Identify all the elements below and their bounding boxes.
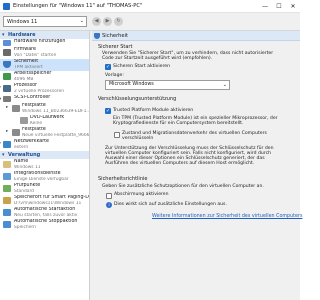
tree-item-sublabel: Windows 11 bbox=[14, 164, 41, 170]
tree-item-sublabel: Neu starten, falls zuvor aktiv bbox=[14, 212, 78, 218]
hard-disk-icon bbox=[12, 105, 20, 112]
tree-item-scsi-controller[interactable]: ▾ SCSI-Controller bbox=[0, 95, 89, 103]
tree-item-memory[interactable]: Arbeitsspeicher 4096 MB bbox=[0, 71, 89, 83]
folder-icon bbox=[3, 197, 11, 204]
encryption-title: Verschlüsselungsunterstützung bbox=[98, 96, 177, 102]
template-value: Microsoft Windows bbox=[109, 82, 154, 87]
shield-icon bbox=[3, 61, 11, 68]
close-button[interactable]: ✕ bbox=[286, 0, 300, 13]
tree-item-sublabel: Einige Dienste verfügbar bbox=[14, 176, 69, 182]
tree-item-smart-paging[interactable]: Speicherort für Smart Paging-D... D:\vm\… bbox=[0, 195, 89, 207]
security-policy-description: Geben Sie zusätzliche Schutzoptionen für… bbox=[102, 184, 264, 189]
shielding-checkbox[interactable] bbox=[106, 193, 112, 199]
settings-tree: ▾ Hardware Hardware hinzufügen Firmware V… bbox=[0, 31, 90, 300]
dvd-drive-icon bbox=[20, 117, 28, 124]
template-dropdown[interactable]: Microsoft Windows ⌄ bbox=[105, 80, 230, 90]
add-hardware-icon bbox=[3, 40, 11, 46]
security-info-link[interactable]: Weitere Informationen zur Sicherheit des… bbox=[152, 214, 302, 219]
tree-item-sublabel: 4096 MB bbox=[14, 76, 34, 82]
tree-item-dvd-drive[interactable]: DVD-Laufwerk Keine bbox=[0, 115, 89, 127]
checkpoint-icon bbox=[3, 185, 11, 192]
tree-item-sublabel: TPM aktiviert bbox=[14, 64, 43, 70]
tree-item-auto-start[interactable]: Automatische Startaktion Neu starten, fa… bbox=[0, 207, 89, 219]
collapse-icon[interactable]: ▾ bbox=[0, 97, 1, 102]
controller-icon bbox=[3, 96, 11, 102]
tree-item-label: Hardware hinzufügen bbox=[14, 39, 66, 44]
expand-icon[interactable]: ▸ bbox=[0, 85, 1, 90]
auto-stop-icon bbox=[3, 221, 11, 228]
tree-item-sublabel: 2 virtuelle Prozessoren bbox=[14, 88, 64, 94]
processor-icon bbox=[3, 85, 11, 92]
management-header-label: Verwaltung bbox=[8, 152, 41, 158]
tree-item-hard-disk-1[interactable]: ▸ Festplatte Windows 11_B0236639-EDF1... bbox=[0, 103, 89, 115]
vm-toolbar: Windows 11 ⌄ ◀ ▶ ↻ bbox=[0, 13, 300, 31]
tpm-description-2: Kryptografiedienste für ein Computersyst… bbox=[113, 121, 244, 126]
tree-item-integration-services[interactable]: Integrationsdienste Einige Dienste verfü… bbox=[0, 171, 89, 183]
hyperv-app-icon bbox=[3, 3, 10, 10]
tree-item-sublabel: extern bbox=[14, 144, 29, 150]
settings-window: Einstellungen für "Windows 11" auf "THOM… bbox=[0, 0, 302, 300]
tree-item-add-hardware[interactable]: Hardware hinzufügen bbox=[0, 39, 89, 47]
network-adapter-icon bbox=[3, 141, 11, 148]
security-policy-title: Sicherheitsrichtlinie bbox=[98, 176, 148, 182]
tree-item-sublabel: Speichern bbox=[14, 224, 36, 230]
shield-icon bbox=[94, 33, 100, 39]
migration-encrypt-label-2: verschlüsseln bbox=[122, 136, 154, 141]
tree-item-label: SCSI-Controller bbox=[14, 95, 51, 100]
secure-boot-description-2: Code zur Startzeit ausgeführt wird (empf… bbox=[102, 56, 213, 61]
tree-item-auto-stop[interactable]: Automatische Stoppaktion Speichern bbox=[0, 219, 89, 231]
maximize-button[interactable]: ☐ bbox=[272, 0, 286, 13]
memory-icon bbox=[3, 73, 11, 80]
tree-item-processor[interactable]: ▸ Prozessor 2 virtuelle Prozessoren bbox=[0, 83, 89, 95]
pane-title: Sicherheit bbox=[102, 33, 129, 39]
title-bar: Einstellungen für "Windows 11" auf "THOM… bbox=[0, 0, 300, 13]
minimize-button[interactable]: — bbox=[258, 0, 272, 13]
template-label: Vorlage: bbox=[105, 73, 124, 78]
management-section-header[interactable]: ▾ Verwaltung bbox=[0, 151, 89, 159]
migration-encrypt-checkbox[interactable] bbox=[114, 132, 120, 138]
tree-item-sublabel: D:\vm\windows11\Windows 11 bbox=[14, 200, 82, 206]
tpm-checkbox[interactable]: ✓ bbox=[105, 108, 111, 114]
tree-item-sublabel: Neue virtuelle Festplatte_9666... bbox=[22, 132, 89, 138]
window-title: Einstellungen für "Windows 11" auf "THOM… bbox=[13, 3, 143, 9]
tree-item-label: Speicherort für Smart Paging-D... bbox=[14, 195, 89, 200]
shielding-note: Dies wirkt sich auf zusätzliche Einstell… bbox=[114, 202, 227, 207]
security-settings-pane: Sicherheit Sicherer Start Verwenden Sie … bbox=[92, 31, 302, 300]
expand-icon[interactable]: ▸ bbox=[0, 141, 1, 146]
tree-item-name[interactable]: Name Windows 11 bbox=[0, 159, 89, 171]
info-icon: i bbox=[106, 202, 112, 208]
forward-button[interactable]: ▶ bbox=[103, 17, 112, 26]
tree-item-security[interactable]: Sicherheit TPM aktiviert bbox=[0, 59, 89, 71]
vm-selector-value: Windows 11 bbox=[7, 19, 38, 25]
encryption-note-line-4: Ausführen des virtuellen Computers auf d… bbox=[105, 161, 255, 166]
hardware-section-header[interactable]: ▾ Hardware bbox=[0, 31, 89, 39]
secure-boot-title: Sicherer Start bbox=[98, 44, 133, 50]
hardware-header-label: Hardware bbox=[8, 32, 36, 38]
refresh-button[interactable]: ↻ bbox=[114, 17, 123, 26]
tree-item-checkpoints[interactable]: Prüfpunkte Standard bbox=[0, 183, 89, 195]
auto-start-icon bbox=[3, 209, 11, 216]
tpm-checkbox-label: Trusted Platform Module aktivieren bbox=[113, 108, 194, 113]
tree-item-network-adapter[interactable]: ▸ Netzwerkkarte extern bbox=[0, 139, 89, 151]
secure-boot-checkbox-label: Sicheren Start aktivieren bbox=[113, 64, 171, 69]
tree-item-sublabel: Keine bbox=[30, 120, 43, 126]
tree-item-hard-disk-2[interactable]: ▸ Festplatte Neue virtuelle Festplatte_9… bbox=[0, 127, 89, 139]
chevron-down-icon: ⌄ bbox=[222, 82, 227, 88]
firmware-icon bbox=[3, 49, 11, 56]
secure-boot-checkbox[interactable]: ✓ bbox=[105, 64, 111, 70]
pane-header: Sicherheit bbox=[92, 31, 300, 41]
tree-item-sublabel: Von "Datei" starten bbox=[14, 52, 57, 58]
expand-icon[interactable]: ▸ bbox=[6, 129, 8, 134]
tree-item-firmware[interactable]: Firmware Von "Datei" starten bbox=[0, 47, 89, 59]
integration-services-icon bbox=[3, 173, 11, 180]
shielding-checkbox-label: Abschirmung aktivieren bbox=[114, 192, 169, 197]
back-button[interactable]: ◀ bbox=[92, 17, 101, 26]
tree-item-sublabel: Windows 11_B0236639-EDF1... bbox=[22, 108, 89, 114]
tree-item-sublabel: Standard bbox=[14, 188, 34, 194]
chevron-down-icon: ⌄ bbox=[79, 18, 84, 24]
vm-selector-dropdown[interactable]: Windows 11 ⌄ bbox=[3, 16, 87, 27]
hard-disk-icon bbox=[12, 129, 20, 136]
name-icon bbox=[3, 161, 11, 168]
expand-icon[interactable]: ▸ bbox=[6, 105, 8, 110]
